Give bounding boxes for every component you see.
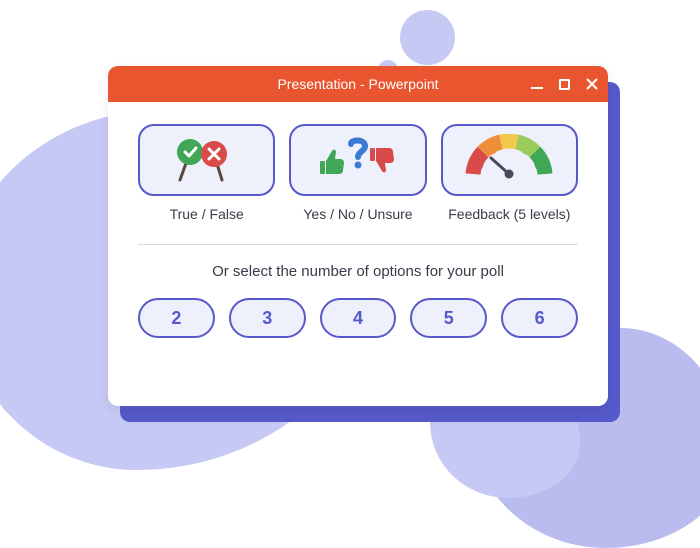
minimize-icon xyxy=(530,77,544,91)
poll-type-icon-box xyxy=(289,124,426,196)
poll-type-yes-no-unsure[interactable]: Yes / No / Unsure xyxy=(289,124,426,222)
app-window: Presentation - Powerpoint xyxy=(108,66,608,406)
poll-type-icon-box xyxy=(441,124,578,196)
true-false-icon xyxy=(168,134,246,186)
option-count-5-button[interactable]: 5 xyxy=(410,298,487,338)
option-count-6-button[interactable]: 6 xyxy=(501,298,578,338)
number-options-row: 2 3 4 5 6 xyxy=(138,298,578,338)
option-count-4-button[interactable]: 4 xyxy=(320,298,397,338)
options-subtitle: Or select the number of options for your… xyxy=(138,263,578,280)
poll-type-label: True / False xyxy=(170,206,244,222)
poll-type-label: Yes / No / Unsure xyxy=(303,206,412,222)
close-button[interactable] xyxy=(584,76,600,92)
window-title: Presentation - Powerpoint xyxy=(277,76,438,92)
divider xyxy=(138,244,578,245)
poll-type-icon-box xyxy=(138,124,275,196)
background-blob xyxy=(400,10,455,65)
poll-type-row: True / False xyxy=(138,124,578,222)
minimize-button[interactable] xyxy=(529,76,545,92)
yes-no-unsure-icon xyxy=(313,134,403,186)
close-icon xyxy=(585,77,599,91)
titlebar: Presentation - Powerpoint xyxy=(108,66,608,102)
window-controls xyxy=(529,66,600,102)
window-content: True / False xyxy=(108,102,608,362)
option-count-2-button[interactable]: 2 xyxy=(138,298,215,338)
option-count-3-button[interactable]: 3 xyxy=(229,298,306,338)
feedback-gauge-icon xyxy=(459,134,559,186)
maximize-button[interactable] xyxy=(559,79,570,90)
poll-type-label: Feedback (5 levels) xyxy=(448,206,570,222)
poll-type-true-false[interactable]: True / False xyxy=(138,124,275,222)
poll-type-feedback[interactable]: Feedback (5 levels) xyxy=(441,124,578,222)
